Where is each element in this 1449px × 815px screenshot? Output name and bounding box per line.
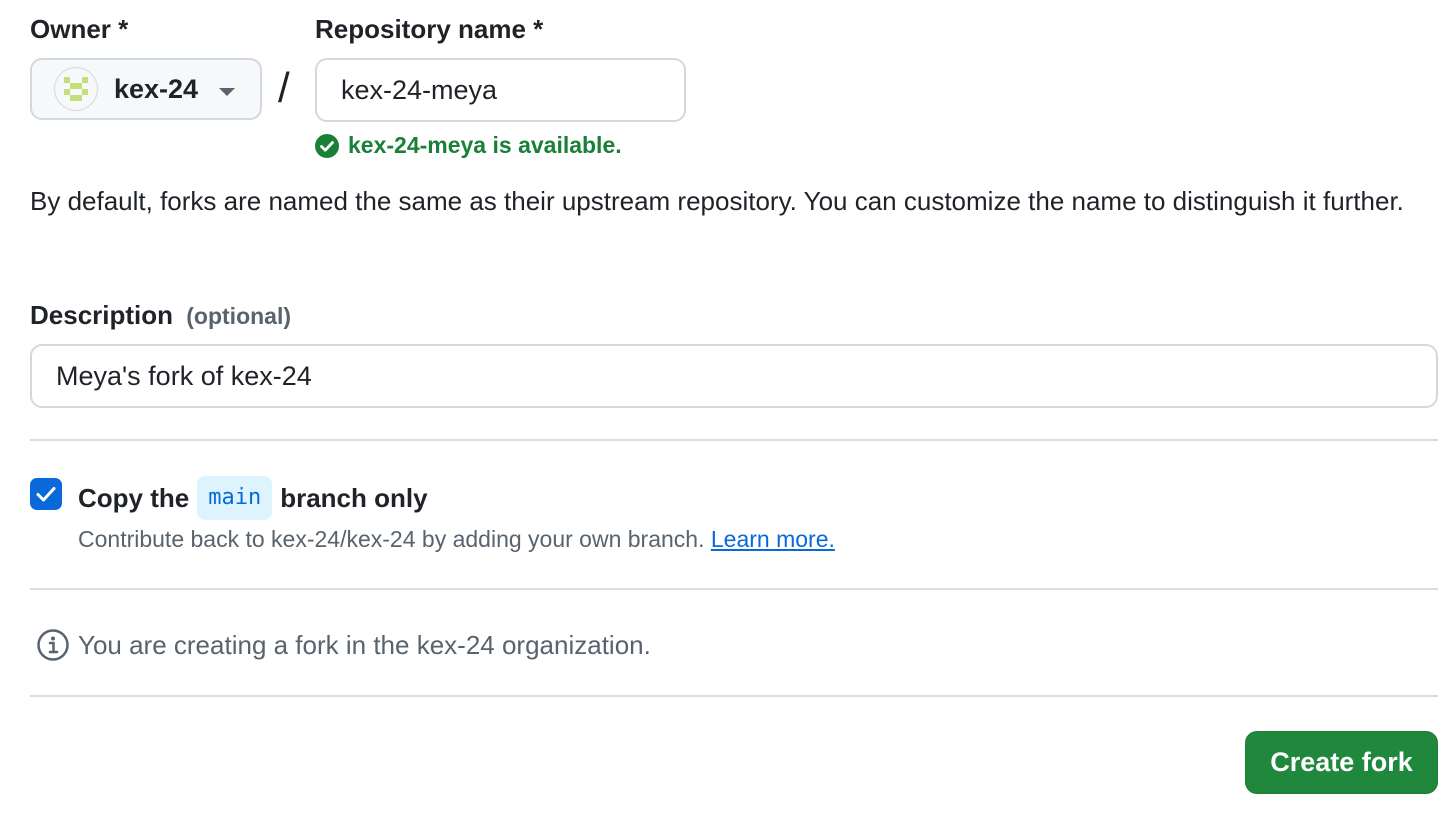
description-label: Description (optional) bbox=[30, 300, 291, 331]
availability-text: kex-24-meya is available. bbox=[348, 132, 622, 158]
copy-branch-prefix: Copy the bbox=[78, 482, 190, 513]
caret-down-icon bbox=[219, 88, 235, 96]
divider bbox=[30, 439, 1438, 441]
organization-info-notice: You are creating a fork in the kex-24 or… bbox=[36, 628, 651, 662]
create-fork-form: Owner * Repository name * kex-24 / kex-2… bbox=[0, 0, 1449, 815]
checkmark-icon bbox=[36, 487, 56, 502]
copy-branch-suffix: branch only bbox=[280, 482, 428, 513]
owner-name: kex-24 bbox=[114, 73, 199, 104]
divider bbox=[30, 588, 1438, 590]
branch-name-code: main bbox=[197, 476, 273, 520]
description-input[interactable] bbox=[30, 344, 1438, 408]
copy-branch-subtext: Contribute back to kex-24/kex-24 by addi… bbox=[78, 526, 705, 552]
repository-name-input[interactable] bbox=[315, 58, 686, 122]
organization-info-text: You are creating a fork in the kex-24 or… bbox=[78, 629, 651, 660]
owner-avatar bbox=[54, 67, 98, 111]
learn-more-link[interactable]: Learn more. bbox=[711, 526, 835, 552]
fork-name-helper-text: By default, forks are named the same as … bbox=[30, 186, 1404, 216]
description-label-text: Description bbox=[30, 300, 174, 330]
owner-label: Owner * bbox=[30, 14, 129, 44]
owner-repo-separator: / bbox=[278, 64, 290, 111]
identicon-icon bbox=[64, 77, 88, 101]
copy-main-branch-checkbox[interactable] bbox=[30, 478, 62, 510]
owner-dropdown[interactable]: kex-24 bbox=[30, 58, 262, 120]
check-circle-icon bbox=[315, 133, 339, 158]
copy-branch-description: Contribute back to kex-24/kex-24 by addi… bbox=[78, 526, 835, 553]
copy-branch-label[interactable]: Copy the main branch only bbox=[78, 476, 428, 520]
info-icon bbox=[37, 629, 69, 661]
availability-message: kex-24-meya is available. bbox=[315, 132, 622, 159]
repository-name-label: Repository name * bbox=[315, 14, 544, 44]
optional-hint: (optional) bbox=[186, 303, 292, 329]
create-fork-button[interactable]: Create fork bbox=[1245, 731, 1438, 794]
divider bbox=[30, 695, 1438, 697]
